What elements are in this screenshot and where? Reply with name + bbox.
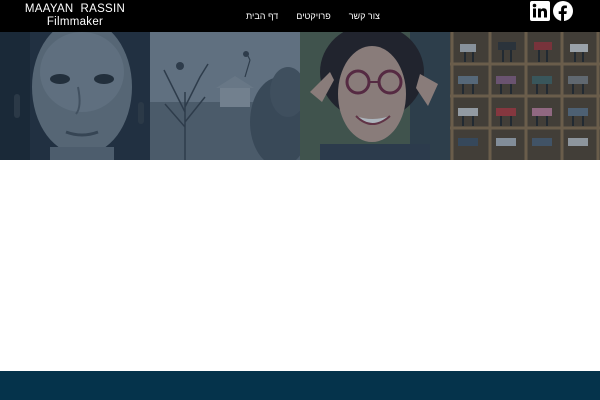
photo-gallery (0, 32, 600, 160)
footer (0, 371, 600, 400)
linkedin-icon[interactable] (530, 1, 550, 21)
nav-item-projects[interactable]: פרויקטים (296, 11, 330, 21)
tile-overlay (450, 32, 600, 160)
gallery-tile-chairs[interactable] (450, 32, 600, 160)
brand-name: MAAYAN RASSIN (24, 3, 126, 15)
gallery-tile-landscape[interactable] (150, 32, 300, 160)
tile-overlay (0, 32, 150, 160)
site-header: MAAYAN RASSIN Filmmaker צור קשר פרויקטים… (0, 0, 600, 32)
social-links (530, 1, 573, 21)
facebook-icon[interactable] (553, 1, 573, 21)
gallery-tile-smile[interactable] (300, 32, 450, 160)
tile-overlay (300, 32, 450, 160)
gallery-tile-portrait[interactable] (0, 32, 150, 160)
nav-item-contact[interactable]: צור קשר (349, 11, 380, 21)
tile-overlay (150, 32, 300, 160)
main-nav: צור קשר פרויקטים דף הבית (228, 0, 380, 32)
nav-item-home[interactable]: דף הבית (246, 11, 278, 21)
brand-tagline: Filmmaker (46, 16, 104, 28)
site-logo[interactable]: MAAYAN RASSIN Filmmaker (22, 3, 128, 29)
